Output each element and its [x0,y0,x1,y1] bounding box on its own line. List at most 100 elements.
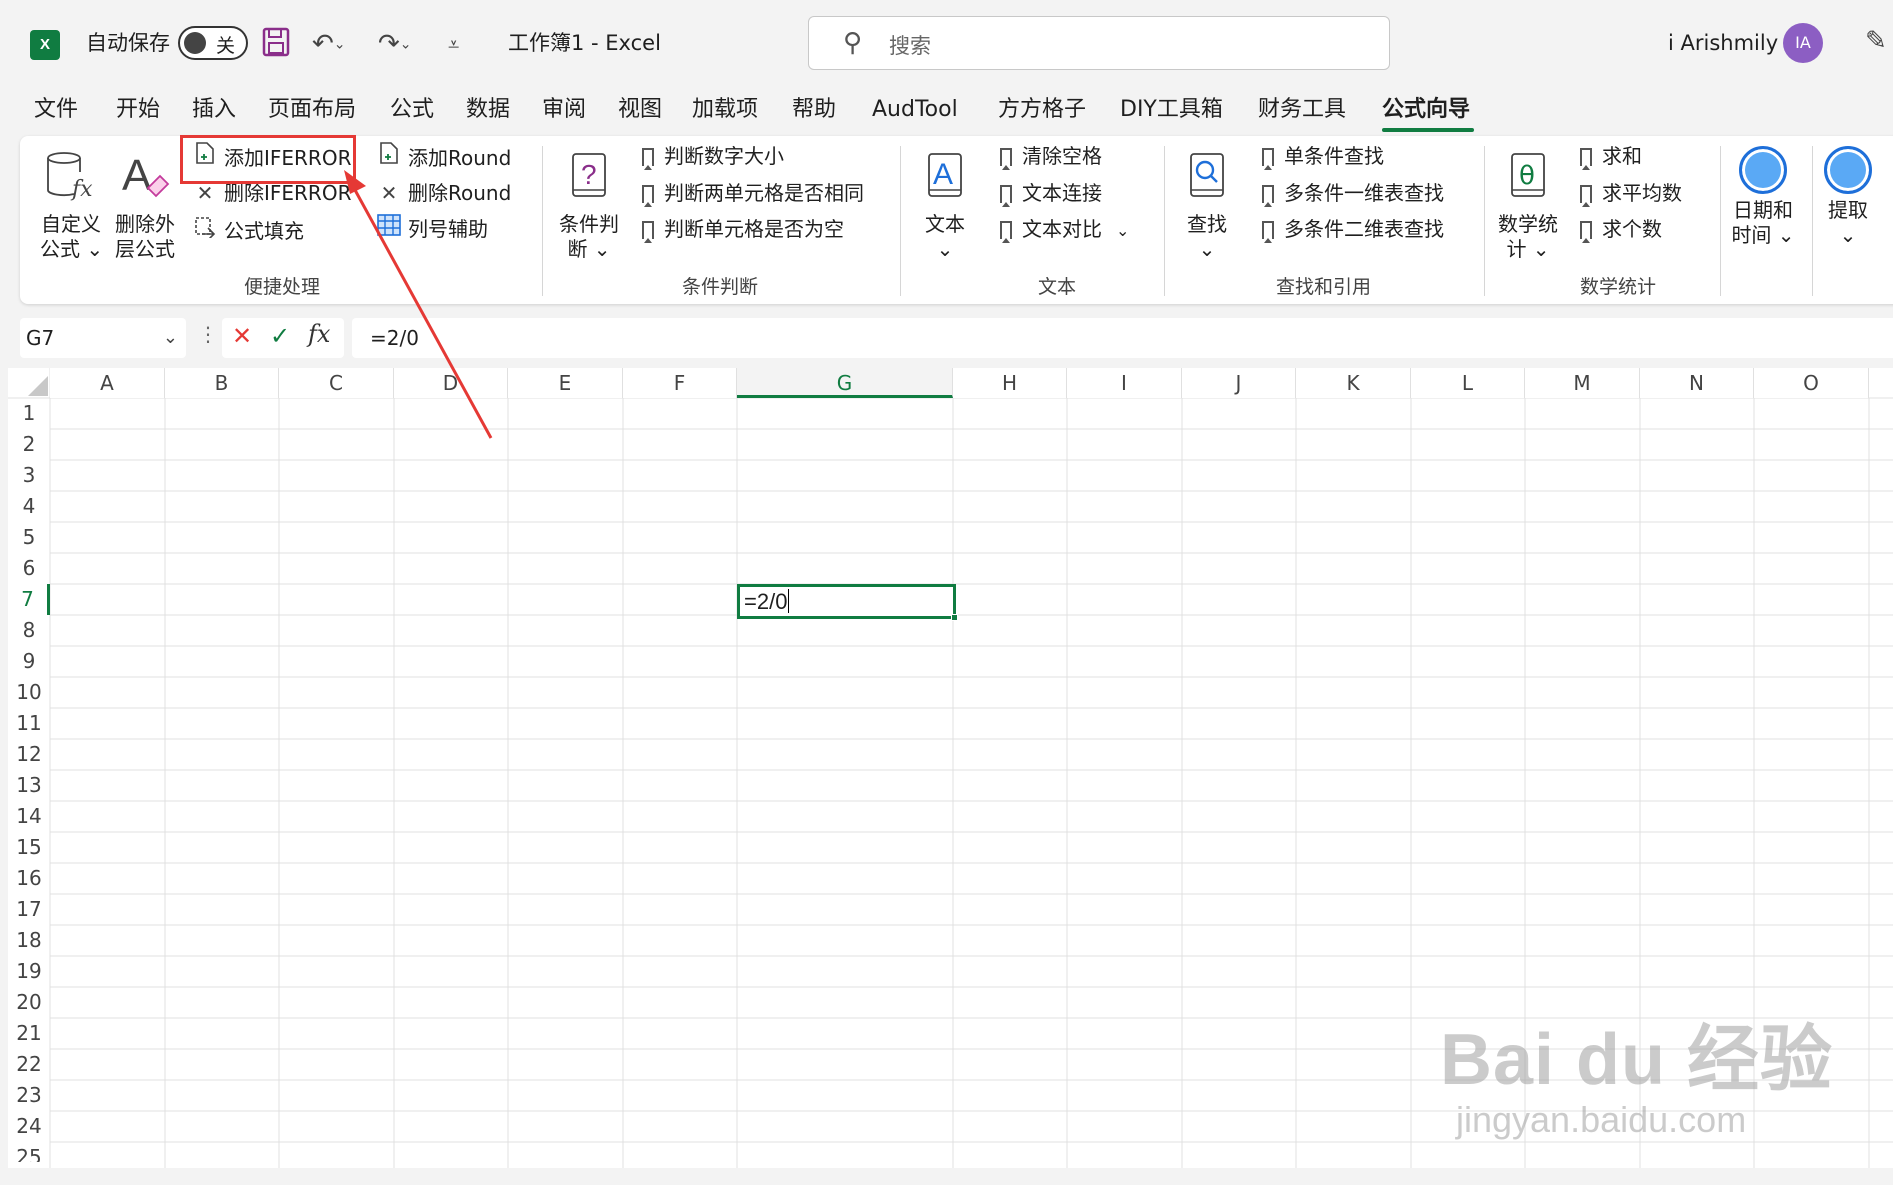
row-header[interactable]: 23 [8,1080,50,1111]
tab-formulas[interactable]: 公式 [390,94,434,126]
clear-spaces-button[interactable]: 清除空格 [1000,141,1102,171]
tab-insert[interactable]: 插入 [192,94,236,126]
row-header[interactable]: 18 [8,925,50,956]
pen-icon[interactable]: ✎ [1865,26,1887,56]
column-header[interactable]: H [953,368,1067,398]
tab-review[interactable]: 审阅 [542,94,586,126]
active-cell-g7[interactable]: =2/0 [737,584,958,621]
chevron-down-icon[interactable]: ⌄ [163,318,178,358]
condition-judge-button[interactable]: ? 条件判 断 ⌄ [556,150,622,262]
column-header[interactable]: I [1067,368,1182,398]
row-header[interactable]: 2 [8,429,50,460]
sum-button[interactable]: 求和 [1580,141,1642,171]
extract-button[interactable]: 提取 ⌄ [1822,146,1874,248]
redo-icon[interactable]: ↷⌄ [378,27,412,61]
text-concat-button[interactable]: 文本连接 [1000,178,1102,208]
tab-file[interactable]: 文件 [34,94,78,126]
row-header[interactable]: 10 [8,677,50,708]
tab-view[interactable]: 视图 [618,94,662,126]
row-header[interactable]: 21 [8,1018,50,1049]
math-statistics-button[interactable]: θ 数学统 计 ⌄ [1496,150,1560,262]
row-header[interactable]: 20 [8,987,50,1018]
row-header[interactable]: 8 [8,615,50,646]
name-box[interactable]: G7 ⌄ [20,318,186,358]
row-header[interactable]: 9 [8,646,50,677]
tab-home[interactable]: 开始 [116,94,160,126]
save-icon[interactable] [262,27,290,61]
row-header[interactable]: 14 [8,801,50,832]
multi-condition-2d-lookup-button[interactable]: 多条件二维表查找 [1262,214,1444,244]
row-header[interactable]: 17 [8,894,50,925]
column-header[interactable]: O [1754,368,1869,398]
judge-two-cells-same-button[interactable]: 判断两单元格是否相同 [642,178,864,208]
column-header[interactable]: M [1525,368,1640,398]
tab-help[interactable]: 帮助 [792,94,836,126]
row-header[interactable]: 15 [8,832,50,863]
datetime-button[interactable]: 日期和 时间 ⌄ [1730,146,1796,248]
text-button[interactable]: A 文本 ⌄ [920,150,970,262]
user-name[interactable]: i Arishmily [1668,28,1778,58]
column-header[interactable]: D [394,368,508,398]
remove-outer-formula-button[interactable]: A 删除外 层公式 [114,150,176,262]
single-condition-lookup-button[interactable]: 单条件查找 [1262,141,1384,171]
column-header[interactable]: B [165,368,279,398]
cancel-icon[interactable]: ✕ [232,322,252,350]
column-number-helper-button[interactable]: 列号辅助 [376,214,488,244]
autosave-toggle[interactable]: 关 [178,26,248,60]
search-box[interactable]: ⚲ 搜索 [808,16,1390,70]
column-header[interactable]: L [1411,368,1525,398]
tab-audtool[interactable]: AudTool [872,94,958,126]
undo-icon[interactable]: ↶⌄ [312,27,346,61]
column-header-selected[interactable]: G [737,368,953,398]
text-compare-button[interactable]: 文本对比 ⌄ [1000,214,1129,246]
formula-fill-button[interactable]: 公式填充 [192,214,304,246]
row-header[interactable]: 12 [8,739,50,770]
chevron-down-icon[interactable]: ⌄ [1116,221,1129,240]
row-header[interactable]: 1 [8,398,50,429]
column-header[interactable]: K [1296,368,1411,398]
remove-round-button[interactable]: ✕ 删除Round [376,178,512,208]
row-header[interactable]: 5 [8,522,50,553]
row-header[interactable]: 11 [8,708,50,739]
row-header[interactable]: 6 [8,553,50,584]
column-header[interactable]: C [279,368,394,398]
tab-data[interactable]: 数据 [466,94,510,126]
row-header[interactable]: 19 [8,956,50,987]
row-header[interactable]: 4 [8,491,50,522]
check-icon[interactable]: ✓ [270,322,290,350]
row-header[interactable]: 16 [8,863,50,894]
row-header[interactable]: 24 [8,1111,50,1142]
row-header[interactable]: 3 [8,460,50,491]
toggle-knob [184,32,206,54]
column-header[interactable]: E [508,368,623,398]
count-button[interactable]: 求个数 [1580,214,1662,244]
tab-page-layout[interactable]: 页面布局 [268,94,356,126]
formula-input[interactable]: =2/0 [352,318,1893,358]
row-header[interactable]: 25 [8,1142,50,1162]
row-header-selected[interactable]: 7 [8,584,50,615]
row-header[interactable]: 13 [8,770,50,801]
tab-formula-wizard[interactable]: 公式向导 [1382,94,1470,126]
customize-toolbar-icon[interactable]: ⩡ [448,27,459,61]
add-round-button[interactable]: 添加Round [376,141,511,173]
average-button[interactable]: 求平均数 [1580,178,1682,208]
lookup-button[interactable]: 查找 ⌄ [1182,150,1232,262]
tab-addins[interactable]: 加载项 [692,94,758,126]
judge-cell-empty-button[interactable]: 判断单元格是否为空 [642,214,844,244]
tab-ffgz[interactable]: 方方格子 [998,94,1086,126]
more-options-icon[interactable]: ⋮ [198,322,218,346]
fill-handle[interactable] [951,614,958,621]
tab-diy-toolbox[interactable]: DIY工具箱 [1120,94,1223,126]
multi-condition-1d-lookup-button[interactable]: 多条件一维表查找 [1262,178,1444,208]
custom-formula-button[interactable]: fx 自定义 公式 ⌄ [40,150,103,262]
row-header[interactable]: 22 [8,1049,50,1080]
column-header[interactable]: J [1182,368,1296,398]
column-header[interactable]: A [50,368,165,398]
column-header[interactable]: F [623,368,737,398]
column-header[interactable]: N [1640,368,1754,398]
select-all-corner[interactable] [28,376,48,396]
insert-function-icon[interactable]: fx [308,320,330,348]
avatar[interactable]: IA [1783,23,1823,63]
judge-number-size-button[interactable]: 判断数字大小 [642,141,784,171]
tab-finance-tools[interactable]: 财务工具 [1258,94,1346,126]
